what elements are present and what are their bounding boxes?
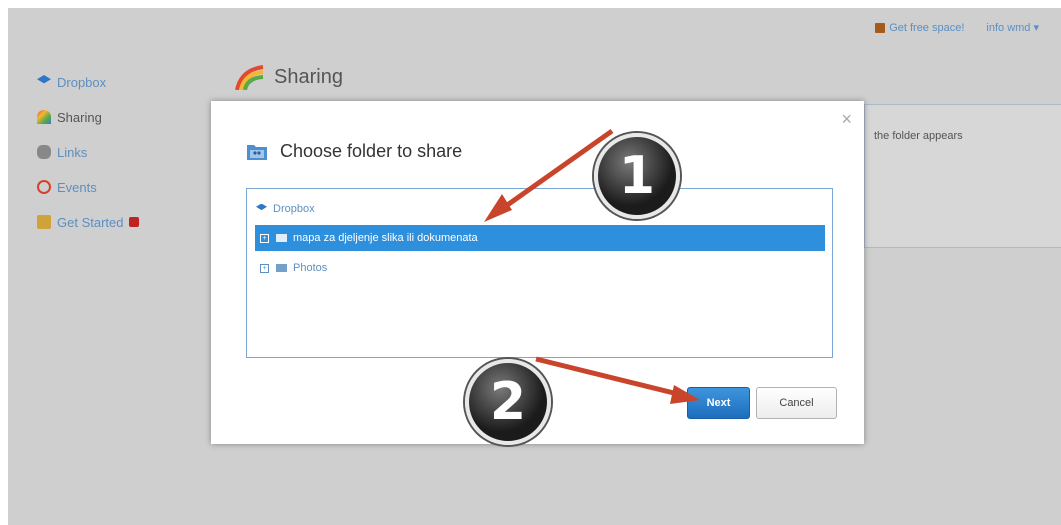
step-1-marker: 1 bbox=[594, 133, 680, 219]
panel-text: the folder appears bbox=[874, 130, 963, 142]
dropbox-icon bbox=[256, 203, 267, 211]
cancel-button[interactable]: Cancel bbox=[756, 387, 837, 419]
step-2-marker: 2 bbox=[465, 359, 551, 445]
notification-badge bbox=[129, 217, 140, 227]
sidebar-item-links[interactable]: Links bbox=[37, 141, 139, 163]
tree-item-label: mapa za djeljenje slika ili dokumenata bbox=[293, 232, 478, 244]
page-title: Sharing bbox=[235, 64, 343, 90]
sidebar-item-label: Dropbox bbox=[57, 74, 107, 90]
get-free-space-link[interactable]: Get free space! bbox=[875, 22, 964, 34]
sidebar-item-label: Links bbox=[57, 144, 88, 160]
link-icon bbox=[37, 145, 51, 159]
dialog-title: Choose folder to share bbox=[246, 141, 462, 162]
folder-icon bbox=[276, 234, 287, 242]
tree-root-dropbox[interactable]: Dropbox bbox=[256, 203, 315, 215]
sidebar-item-label: Events bbox=[57, 179, 97, 195]
rainbow-icon bbox=[235, 65, 264, 90]
app-frame: Get free space! info wmd ▾ Dropbox Shari… bbox=[8, 8, 1061, 525]
sidebar: Dropbox Sharing Links Events Get Started bbox=[37, 71, 140, 246]
next-button[interactable]: Next bbox=[687, 387, 750, 419]
tree-item-label: Photos bbox=[293, 262, 328, 274]
get-started-icon bbox=[37, 215, 51, 229]
tree-root-label: Dropbox bbox=[273, 203, 315, 215]
sidebar-item-dropbox[interactable]: Dropbox bbox=[37, 71, 139, 93]
sidebar-item-label: Sharing bbox=[57, 109, 102, 125]
close-icon[interactable]: × bbox=[841, 109, 852, 130]
gift-icon bbox=[875, 22, 886, 33]
page-title-text: Sharing bbox=[274, 65, 343, 88]
sidebar-item-label: Get Started bbox=[57, 214, 124, 230]
photos-folder-icon bbox=[276, 264, 287, 272]
account-menu[interactable]: info wmd ▾ bbox=[986, 21, 1039, 34]
sidebar-item-sharing[interactable]: Sharing bbox=[37, 106, 139, 128]
tree-item-selected-folder[interactable]: + mapa za djeljenje slika ili dokumenata bbox=[255, 225, 825, 251]
sharing-panel bbox=[864, 104, 1061, 248]
sidebar-item-events[interactable]: Events bbox=[37, 176, 139, 198]
sidebar-item-get-started[interactable]: Get Started bbox=[37, 211, 140, 233]
dialog-title-text: Choose folder to share bbox=[280, 141, 463, 161]
tree-item-photos[interactable]: + Photos bbox=[255, 255, 825, 281]
shared-folder-icon bbox=[247, 145, 267, 160]
top-bar: Get free space! info wmd ▾ bbox=[875, 21, 1039, 34]
folder-tree: Dropbox + mapa za djeljenje slika ili do… bbox=[246, 188, 833, 358]
dropbox-icon bbox=[37, 75, 51, 84]
expand-icon[interactable]: + bbox=[260, 263, 269, 273]
sharing-icon bbox=[37, 110, 51, 124]
events-icon bbox=[37, 180, 51, 194]
expand-icon[interactable]: + bbox=[260, 233, 269, 243]
